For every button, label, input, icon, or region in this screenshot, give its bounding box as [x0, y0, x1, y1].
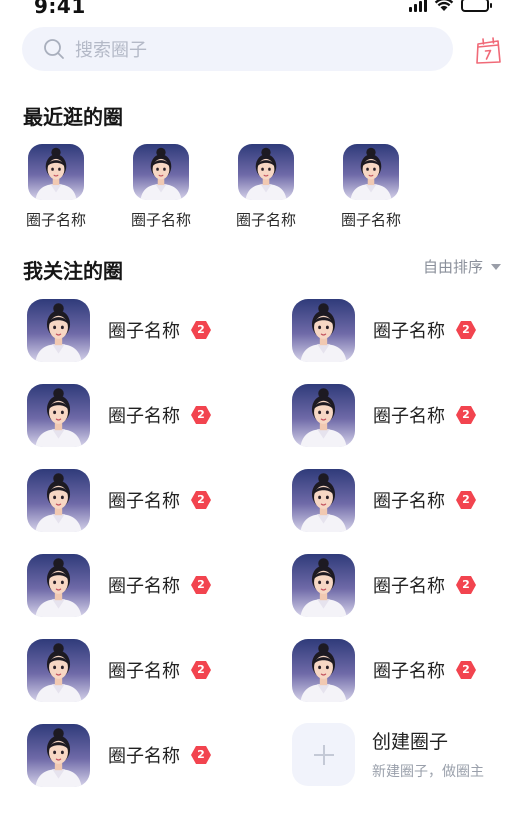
unread-badge: 2 — [190, 574, 212, 596]
badge-count: 2 — [197, 748, 205, 761]
badge-count: 2 — [197, 663, 205, 676]
unread-badge: 2 — [190, 404, 212, 426]
create-circle-text: 创建圈子 新建圈子，做圈主 — [372, 727, 484, 781]
followed-circle-item[interactable]: 圈子名称 2 — [292, 298, 511, 362]
battery-icon — [461, 0, 492, 12]
wifi-icon — [434, 0, 454, 11]
recent-item-label: 圈子名称 — [340, 211, 401, 229]
plus-icon — [292, 722, 355, 786]
circle-avatar — [343, 144, 399, 200]
circle-avatar — [292, 553, 355, 617]
followed-section-title: 我关注的圈 — [23, 259, 123, 283]
followed-circle-item[interactable]: 圈子名称 2 — [292, 553, 511, 617]
followed-circle-name: 圈子名称 — [108, 491, 180, 512]
circle-avatar — [27, 723, 90, 787]
recent-list: 圈子名称 圈子名称 圈子名称 圈子名称 — [25, 144, 445, 234]
followed-circle-item[interactable]: 圈子名称 2 — [27, 468, 257, 532]
followed-circle-name: 圈子名称 — [373, 491, 445, 512]
circle-avatar — [133, 144, 189, 200]
sort-dropdown[interactable]: 自由排序 — [423, 256, 501, 277]
unread-badge: 2 — [190, 659, 212, 681]
unread-badge: 2 — [190, 744, 212, 766]
recent-item-label: 圈子名称 — [130, 211, 191, 229]
circle-avatar — [27, 298, 90, 362]
followed-circle-name: 圈子名称 — [108, 746, 180, 767]
create-circle-button[interactable]: 创建圈子 新建圈子，做圈主 — [292, 722, 507, 786]
recent-item[interactable]: 圈子名称 — [124, 144, 198, 230]
recent-item[interactable]: 圈子名称 — [334, 144, 408, 230]
create-circle-title: 创建圈子 — [372, 731, 449, 753]
calendar-icon[interactable] — [473, 36, 503, 66]
followed-circle-name: 圈子名称 — [373, 321, 445, 342]
unread-badge: 2 — [455, 319, 477, 341]
followed-circle-name: 圈子名称 — [108, 661, 180, 682]
badge-count: 2 — [197, 323, 205, 336]
recent-item-label: 圈子名称 — [25, 211, 86, 229]
followed-circle-name: 圈子名称 — [108, 321, 180, 342]
caret-down-icon — [491, 263, 501, 270]
followed-circle-item[interactable]: 圈子名称 2 — [292, 638, 511, 702]
unread-badge: 2 — [190, 489, 212, 511]
circle-avatar — [27, 468, 90, 532]
followed-circle-name: 圈子名称 — [108, 576, 180, 597]
unread-badge: 2 — [455, 659, 477, 681]
badge-count: 2 — [462, 408, 470, 421]
followed-circle-item[interactable]: 圈子名称 2 — [27, 723, 257, 787]
search-bar[interactable]: 搜索圈子 — [22, 27, 453, 71]
search-placeholder: 搜索圈子 — [75, 40, 147, 61]
status-time: 9:41 — [34, 0, 86, 18]
badge-count: 2 — [462, 578, 470, 591]
badge-count: 2 — [462, 663, 470, 676]
status-icons — [409, 0, 492, 12]
unread-badge: 2 — [455, 404, 477, 426]
followed-circle-name: 圈子名称 — [373, 661, 445, 682]
recent-item-label: 圈子名称 — [235, 211, 296, 229]
followed-circle-item[interactable]: 圈子名称 2 — [27, 383, 257, 447]
signal-icon — [409, 0, 427, 12]
unread-badge: 2 — [190, 319, 212, 341]
circle-avatar — [27, 383, 90, 447]
badge-count: 2 — [197, 578, 205, 591]
sort-label: 自由排序 — [422, 258, 483, 276]
badge-count: 2 — [462, 493, 470, 506]
badge-count: 2 — [462, 323, 470, 336]
status-bar: 9:41 — [0, 0, 511, 22]
circle-avatar — [292, 468, 355, 532]
circle-avatar — [292, 298, 355, 362]
circle-avatar — [238, 144, 294, 200]
badge-count: 2 — [197, 493, 205, 506]
circle-avatar — [28, 144, 84, 200]
circle-avatar — [27, 638, 90, 702]
circle-avatar — [292, 638, 355, 702]
recent-section-title: 最近逛的圈 — [23, 105, 123, 129]
followed-circle-item[interactable]: 圈子名称 2 — [27, 638, 257, 702]
followed-circle-item[interactable]: 圈子名称 2 — [292, 468, 511, 532]
circle-avatar — [27, 553, 90, 617]
create-circle-subtitle: 新建圈子，做圈主 — [372, 764, 484, 780]
followed-circle-item[interactable]: 圈子名称 2 — [292, 383, 511, 447]
circle-avatar — [292, 383, 355, 447]
followed-circle-name: 圈子名称 — [373, 576, 445, 597]
unread-badge: 2 — [455, 574, 477, 596]
followed-circle-item[interactable]: 圈子名称 2 — [27, 298, 257, 362]
badge-count: 2 — [197, 408, 205, 421]
recent-item[interactable]: 圈子名称 — [19, 144, 93, 230]
unread-badge: 2 — [455, 489, 477, 511]
followed-circle-item[interactable]: 圈子名称 2 — [27, 553, 257, 617]
followed-circle-name: 圈子名称 — [373, 406, 445, 427]
followed-circle-name: 圈子名称 — [108, 406, 180, 427]
search-icon — [44, 39, 64, 59]
recent-item[interactable]: 圈子名称 — [229, 144, 303, 230]
